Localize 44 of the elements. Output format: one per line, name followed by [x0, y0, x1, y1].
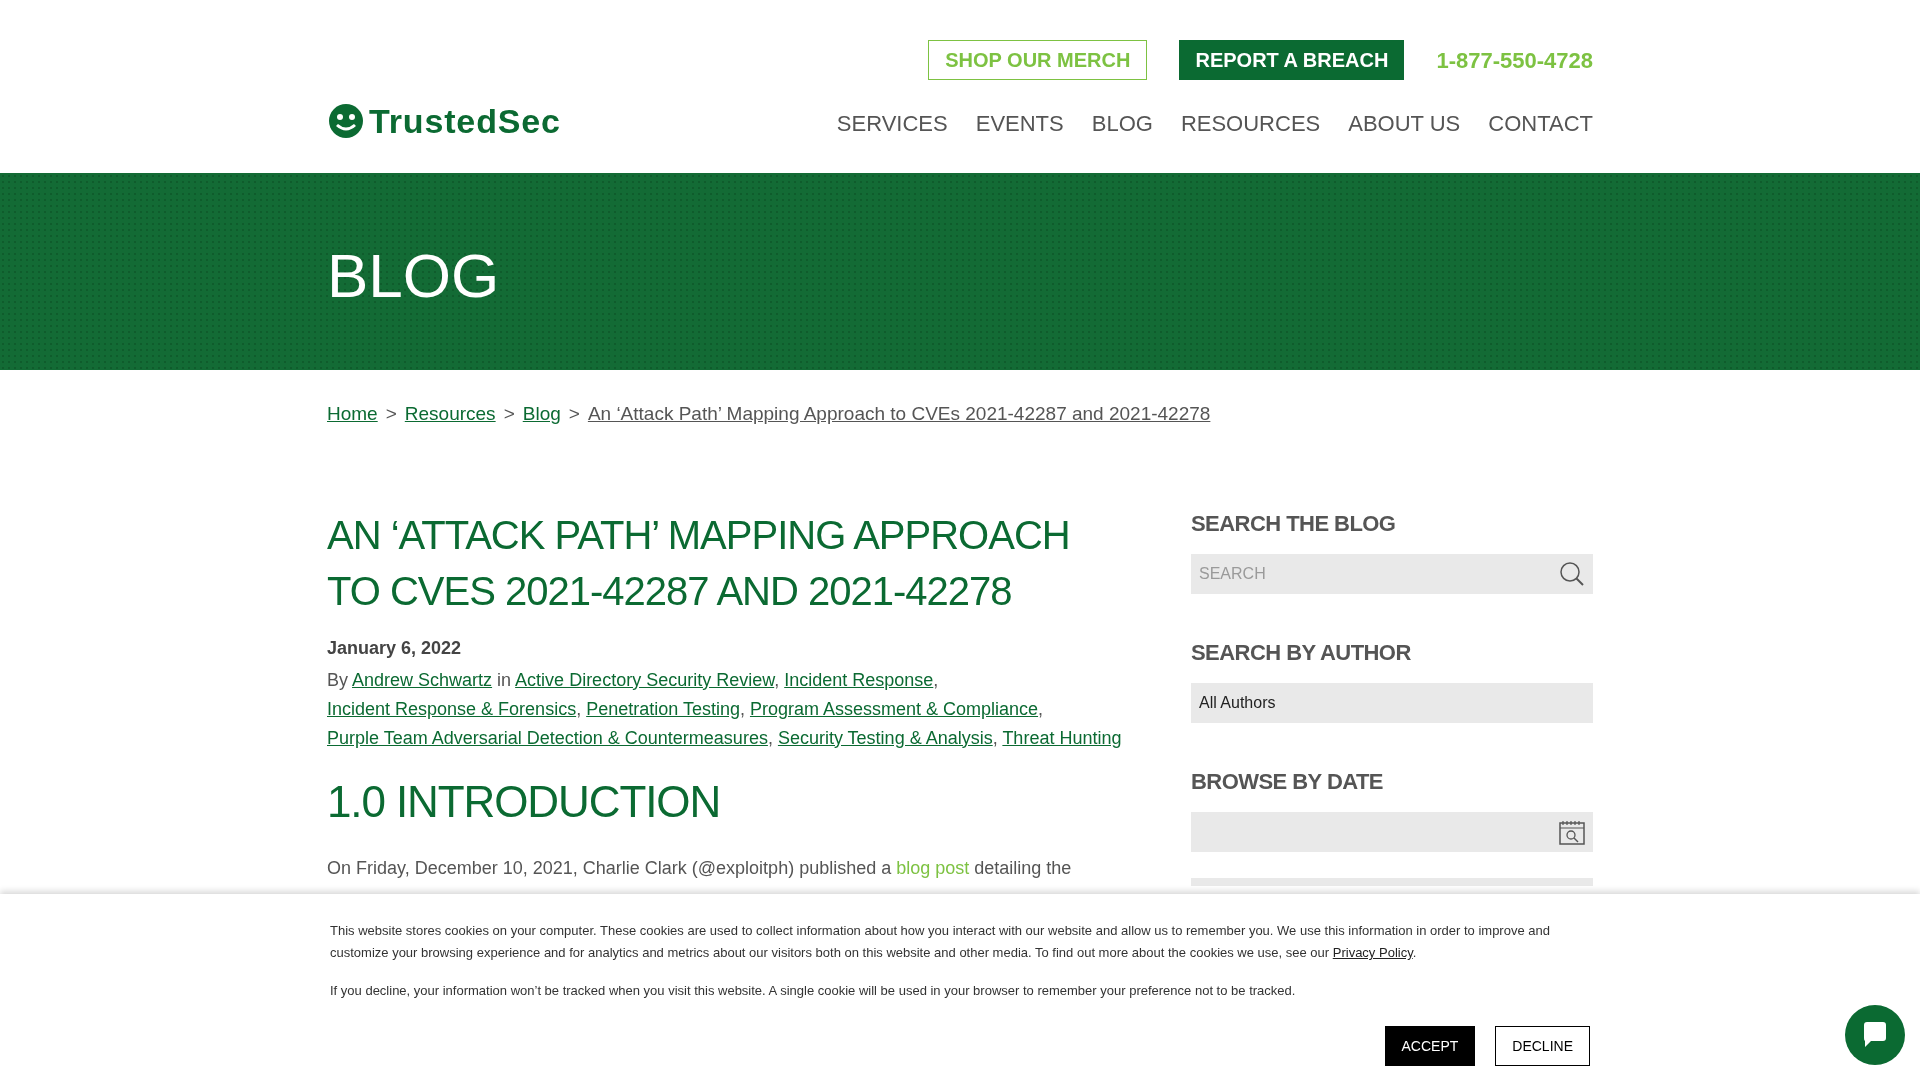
cookie-text: If you decline, your information won’t be tracked when you visit this website. A single cookie will be used in your browser to remember your preference not to be tracked. [330, 982, 1297, 1000]
link[interactable]: Incident Response & Forensics [327, 698, 577, 719]
search-icon[interactable] [1559, 560, 1585, 587]
article-title: AN ‘ATTACK PATH’ MAPPING APPROACH TO CVES 2021-42287 AND 2021-42278 [327, 511, 1071, 615]
report-breach-button[interactable]: REPORT A BREACH [1179, 40, 1405, 80]
breadcrumb-link[interactable]: Blog [522, 400, 561, 429]
breadcrumb-link[interactable]: Resources [404, 400, 496, 429]
breadcrumb-link[interactable]: Home [327, 400, 378, 429]
nav-link[interactable]: SERVICES [836, 106, 948, 140]
link[interactable]: Andrew Schwartz [352, 669, 493, 690]
article-paragraph: On Friday, December 10, 2021, Charlie Clark (@exploitph) published a blog post detailing the [327, 856, 1073, 880]
nav-link[interactable]: ABOUT US [1348, 106, 1461, 140]
sidebar-heading: SEARCH BY AUTHOR [1191, 638, 1412, 667]
link[interactable]: Penetration Testing [586, 698, 740, 719]
logo-text[interactable]: TrustedSec [369, 104, 561, 138]
nav-link[interactable]: EVENTS [975, 106, 1064, 140]
link[interactable]: Incident Response [784, 669, 934, 690]
link[interactable]: Purple Team Adversarial Detection & Countermeasures [327, 727, 768, 748]
breadcrumb-separator: > [568, 402, 580, 426]
nav-link[interactable]: BLOG [1091, 106, 1153, 140]
logo-icon [327, 102, 365, 140]
breadcrumb-current[interactable]: An ‘Attack Path’ Mapping Approach to CVEs 2021-42287 and 2021-42278 [587, 400, 1211, 429]
post-meta: By Andrew Schwartz in Active Directory Security Review, Incident Response, Incident Response & Forensics, Penetration Testing, Program Assessment & Compliance, Purple Team Adversarial Detection & Countermeasures, Security Testing & Analysis, Threat Hunting [327, 668, 1123, 750]
date-field[interactable] [1191, 811, 1593, 852]
link[interactable]: Active Directory Security Review [515, 669, 775, 690]
author-select[interactable]: All Authors [1191, 682, 1593, 723]
link[interactable]: Privacy Policy [1332, 945, 1413, 960]
nav-link[interactable]: CONTACT [1488, 106, 1593, 140]
nav-link[interactable]: RESOURCES [1180, 106, 1321, 140]
link[interactable]: Security Testing & Analysis [777, 727, 993, 748]
sidebar-heading: SEARCH THE BLOG [1191, 509, 1397, 538]
breadcrumb-separator: > [385, 402, 397, 426]
banner-title: BLOG [327, 239, 500, 307]
cookie-text: This website stores cookies on your computer. These cookies are used to collect information about how you interact with our website and allow us to remember you. We use this information in order to improve and customize your browsing experience and for analytics and metrics about our visitors both on this website and other media. To find out more about the cookies we use, see our Privacy Policy. [330, 922, 1551, 962]
section-heading: 1.0 INTRODUCTION [327, 775, 722, 828]
link[interactable]: Program Assessment & Compliance [749, 698, 1039, 719]
breadcrumb-separator: > [503, 402, 515, 426]
link[interactable]: Threat Hunting [1002, 727, 1122, 748]
accept-button[interactable]: ACCEPT [1384, 1026, 1476, 1066]
sidebar-heading: BROWSE BY DATE [1191, 767, 1384, 796]
post-date: January 6, 2022 [327, 636, 463, 660]
calendar-search-icon[interactable] [1559, 818, 1585, 845]
search-field[interactable]: SEARCH [1191, 553, 1593, 594]
decline-button[interactable]: DECLINE [1495, 1026, 1590, 1066]
